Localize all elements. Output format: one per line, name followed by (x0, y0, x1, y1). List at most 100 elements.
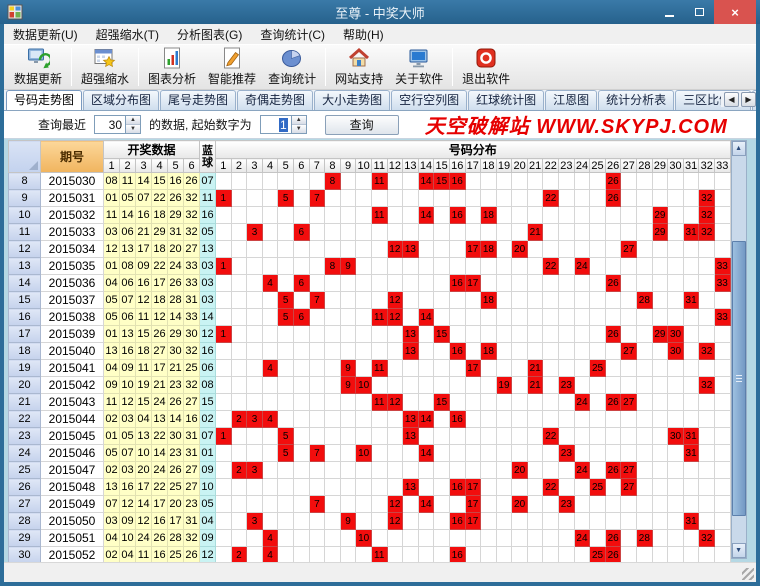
row-number-cell[interactable]: 12 (9, 241, 41, 258)
dist-hit-cell[interactable]: 10 (356, 377, 372, 394)
dist-hit-cell[interactable]: 13 (403, 411, 419, 428)
dist-hit-cell[interactable]: 12 (387, 513, 403, 530)
dist-cell[interactable] (512, 224, 528, 241)
dist-cell[interactable] (559, 394, 575, 411)
dist-cell[interactable] (527, 275, 543, 292)
dist-cell[interactable] (605, 241, 621, 258)
draw-number-cell[interactable]: 04 (104, 275, 120, 292)
dist-cell[interactable] (434, 462, 450, 479)
dist-cell[interactable] (325, 428, 341, 445)
dist-cell[interactable] (496, 343, 512, 360)
dist-cell[interactable] (481, 411, 497, 428)
dist-hit-cell[interactable]: 26 (605, 326, 621, 343)
dist-cell[interactable] (621, 258, 637, 275)
dist-cell[interactable] (652, 309, 668, 326)
draw-number-cell[interactable]: 12 (136, 292, 152, 309)
draw-number-cell[interactable]: 15 (136, 326, 152, 343)
dist-cell[interactable] (278, 377, 294, 394)
dist-cell[interactable] (637, 479, 653, 496)
dist-cell[interactable] (668, 530, 684, 547)
dist-hit-cell[interactable]: 26 (605, 394, 621, 411)
dist-hit-cell[interactable]: 13 (403, 241, 419, 258)
dist-hit-cell[interactable]: 31 (683, 445, 699, 462)
draw-number-cell[interactable]: 29 (168, 207, 184, 224)
dist-cell[interactable] (683, 411, 699, 428)
row-number-cell[interactable]: 29 (9, 530, 41, 547)
dist-cell[interactable] (434, 207, 450, 224)
dist-cell[interactable] (325, 513, 341, 530)
period-cell[interactable]: 2015045 (41, 428, 104, 445)
dist-cell[interactable] (481, 513, 497, 530)
dist-cell[interactable] (527, 496, 543, 513)
dist-cell[interactable] (434, 241, 450, 258)
dist-cell[interactable] (699, 394, 715, 411)
dist-cell[interactable] (590, 513, 606, 530)
dist-cell[interactable] (543, 445, 559, 462)
dist-cell[interactable] (496, 258, 512, 275)
maximize-button[interactable] (684, 0, 714, 24)
dist-cell[interactable] (559, 428, 575, 445)
dist-cell[interactable] (247, 445, 263, 462)
dist-cell[interactable] (293, 258, 309, 275)
draw-number-cell[interactable]: 16 (184, 411, 200, 428)
dist-cell[interactable] (216, 462, 232, 479)
dist-cell[interactable] (481, 258, 497, 275)
draw-number-cell[interactable]: 01 (104, 258, 120, 275)
draw-number-cell[interactable]: 31 (184, 292, 200, 309)
dist-cell[interactable] (340, 445, 356, 462)
dist-cell[interactable] (559, 207, 575, 224)
dist-cell[interactable] (309, 326, 325, 343)
dist-cell[interactable] (309, 479, 325, 496)
draw-number-cell[interactable]: 08 (104, 173, 120, 190)
dist-cell[interactable] (527, 479, 543, 496)
draw-number-cell[interactable]: 03 (104, 513, 120, 530)
dist-hit-cell[interactable]: 1 (216, 428, 232, 445)
draw-number-cell[interactable]: 24 (152, 462, 168, 479)
draw-number-cell[interactable]: 05 (104, 292, 120, 309)
dist-cell[interactable] (652, 394, 668, 411)
dist-cell[interactable] (465, 326, 481, 343)
dist-cell[interactable] (621, 428, 637, 445)
dist-cell[interactable] (356, 343, 372, 360)
dist-hit-cell[interactable]: 22 (543, 479, 559, 496)
draw-number-cell[interactable]: 11 (104, 207, 120, 224)
dist-cell[interactable] (387, 360, 403, 377)
dist-cell[interactable] (371, 241, 387, 258)
draw-number-cell[interactable]: 29 (152, 224, 168, 241)
dist-cell[interactable] (449, 462, 465, 479)
dist-hit-cell[interactable]: 25 (590, 479, 606, 496)
dist-cell[interactable] (449, 326, 465, 343)
dist-cell[interactable] (621, 513, 637, 530)
toolbar-button-退出软件[interactable]: 退出软件 (456, 45, 516, 89)
draw-number-cell[interactable]: 08 (120, 258, 136, 275)
dist-hit-cell[interactable]: 29 (652, 224, 668, 241)
tab-统计分析表[interactable]: 统计分析表 (598, 90, 674, 110)
dist-cell[interactable] (621, 292, 637, 309)
dist-cell[interactable] (278, 394, 294, 411)
tab-区域分布图[interactable]: 区域分布图 (83, 90, 159, 110)
dist-cell[interactable] (590, 394, 606, 411)
draw-number-cell[interactable]: 03 (120, 411, 136, 428)
dist-cell[interactable] (449, 258, 465, 275)
dist-cell[interactable] (543, 496, 559, 513)
dist-cell[interactable] (496, 445, 512, 462)
dist-cell[interactable] (652, 377, 668, 394)
draw-number-cell[interactable]: 13 (152, 411, 168, 428)
dist-cell[interactable] (434, 292, 450, 309)
dist-cell[interactable] (652, 360, 668, 377)
dist-cell[interactable] (559, 411, 575, 428)
period-cell[interactable]: 2015041 (41, 360, 104, 377)
dist-cell[interactable] (652, 479, 668, 496)
dist-cell[interactable] (481, 428, 497, 445)
dist-hit-cell[interactable]: 25 (590, 547, 606, 563)
dist-cell[interactable] (559, 224, 575, 241)
dist-cell[interactable] (621, 377, 637, 394)
dist-hit-cell[interactable]: 5 (278, 292, 294, 309)
dist-cell[interactable] (309, 309, 325, 326)
draw-number-cell[interactable]: 10 (120, 530, 136, 547)
dist-hit-cell[interactable]: 5 (278, 445, 294, 462)
dist-cell[interactable] (527, 445, 543, 462)
dist-cell[interactable] (434, 513, 450, 530)
draw-number-cell[interactable]: 32 (184, 224, 200, 241)
dist-cell[interactable] (216, 496, 232, 513)
